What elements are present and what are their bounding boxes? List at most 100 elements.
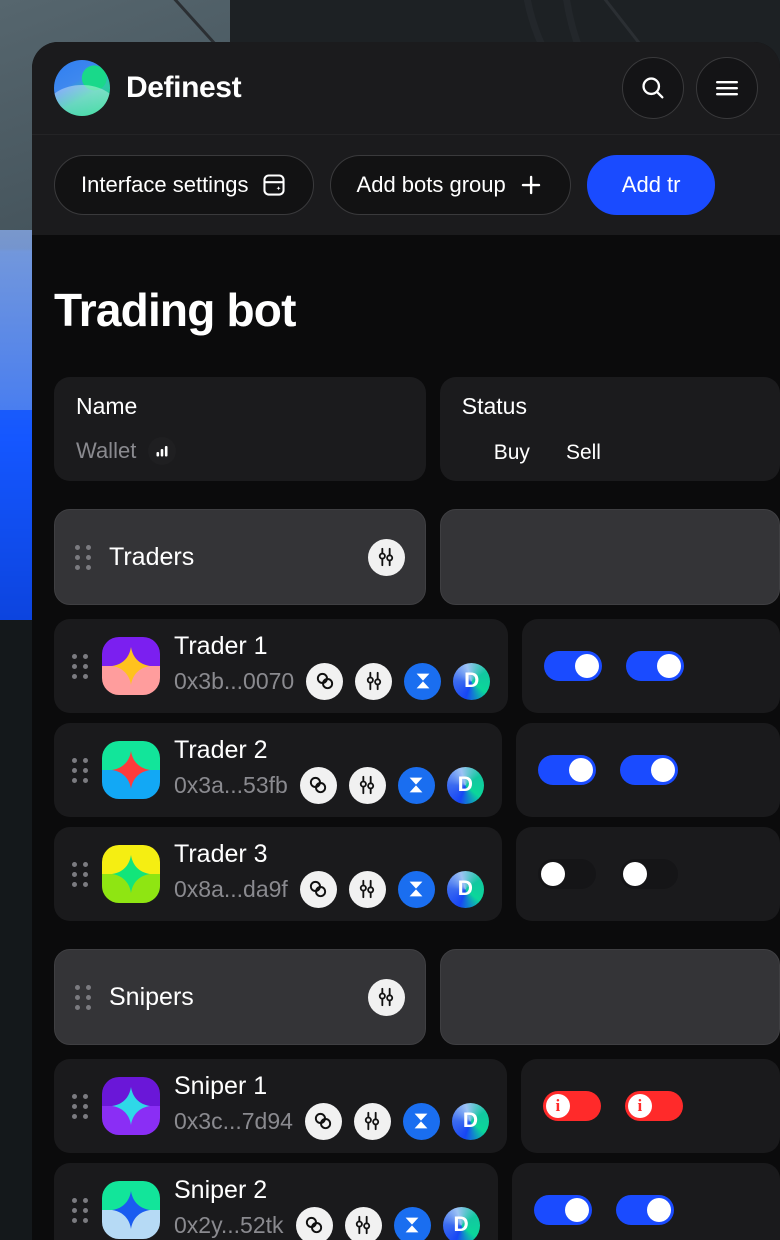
bot-name-cell[interactable]: Sniper 1 0x3c...7d94 D — [54, 1059, 507, 1153]
bot-address-line: 0x3a...53fb D — [174, 766, 484, 804]
bar-chart-icon[interactable] — [148, 437, 177, 465]
plus-icon — [521, 175, 540, 195]
status-subcolumn-sell: Sell — [565, 441, 601, 464]
bot-name: Trader 2 — [174, 736, 268, 765]
toggle-sell[interactable] — [615, 1195, 674, 1225]
drag-handle-icon[interactable] — [72, 1197, 88, 1223]
avatar — [102, 1077, 160, 1135]
error-info-icon: i — [545, 1094, 570, 1118]
chain-link-chip[interactable] — [299, 870, 337, 908]
definest-chip[interactable]: D — [442, 1206, 480, 1240]
toggle-buy[interactable] — [537, 859, 596, 889]
bot-name: Sniper 1 — [174, 1072, 268, 1101]
bot-wallet-address[interactable]: 0x2y...52tk — [174, 1212, 284, 1239]
drag-handle-icon[interactable] — [75, 984, 91, 1010]
definest-chip[interactable]: D — [446, 766, 484, 804]
definest-chip[interactable]: D — [453, 662, 491, 700]
bot-status-cell — [522, 619, 780, 713]
toggle-buy[interactable]: i — [542, 1091, 601, 1121]
app-window: Definest Interface settings Add bots gro… — [32, 42, 780, 1240]
group-label-wrap: Snipers — [75, 983, 194, 1012]
drag-handle-icon[interactable] — [72, 757, 88, 783]
toggle-knob — [564, 1198, 589, 1222]
bot-wallet-address[interactable]: 0x8a...da9f — [174, 876, 288, 903]
bot-wallet-address[interactable]: 0x3b...0070 — [174, 668, 294, 695]
table-row: Sniper 2 0x2y...52tk D — [54, 1163, 780, 1240]
hamburger-menu-icon — [716, 81, 738, 96]
toggle-sell[interactable] — [619, 755, 678, 785]
chain-link-chip[interactable] — [304, 1102, 342, 1140]
toggle-buy[interactable] — [533, 1195, 592, 1225]
group-header-traders[interactable]: Traders — [54, 509, 426, 605]
bot-group: Snipers Sniper 1 0x3c...7d94 Di i Sniper 2 0x2… — [54, 949, 780, 1240]
hourglass-chip[interactable] — [393, 1206, 431, 1240]
column-header-name: Name Wallet — [54, 377, 426, 481]
bot-group: Traders Trader 1 0x3b...0070 D Trader 2 0x3a.… — [54, 509, 780, 921]
bot-status-cell — [511, 1163, 780, 1240]
status-subcolumn-buy: Buy — [493, 441, 530, 464]
sliders-chip[interactable] — [348, 870, 386, 908]
bot-wallet-address[interactable]: 0x3a...53fb — [174, 772, 288, 799]
hourglass-icon — [409, 882, 423, 897]
chain-link-chip[interactable] — [306, 662, 344, 700]
toggle-sell[interactable]: i — [624, 1091, 683, 1121]
group-settings-button[interactable] — [367, 538, 405, 576]
sliders-chip[interactable] — [348, 766, 386, 804]
menu-button[interactable] — [696, 57, 758, 119]
table-row: Trader 2 0x3a...53fb D — [54, 723, 780, 817]
sliders-icon — [379, 547, 394, 567]
toggle-sell[interactable] — [619, 859, 678, 889]
group-header-row: Traders — [54, 509, 780, 605]
definest-chip[interactable]: D — [446, 870, 484, 908]
bot-name-cell[interactable]: Trader 1 0x3b...0070 D — [54, 619, 509, 713]
toggle-buy[interactable] — [537, 755, 596, 785]
table-row: Trader 1 0x3b...0070 D — [54, 619, 780, 713]
sliders-icon — [360, 880, 375, 899]
toggle-sell[interactable] — [626, 651, 685, 681]
add-trader-label: Add tr — [621, 172, 681, 197]
window-card-icon — [262, 174, 285, 196]
chain-link-icon — [315, 1113, 332, 1130]
sliders-chip[interactable] — [355, 662, 393, 700]
hourglass-chip[interactable] — [397, 870, 435, 908]
chain-link-chip[interactable] — [295, 1206, 333, 1240]
column-title-status: Status — [461, 393, 527, 419]
add-trader-button[interactable]: Add tr — [586, 155, 716, 215]
definest-chip[interactable]: D — [451, 1102, 489, 1140]
bot-name: Trader 1 — [174, 632, 268, 661]
brand-name: Definest — [126, 71, 242, 104]
bot-name-cell[interactable]: Trader 2 0x3a...53fb D — [54, 723, 502, 817]
search-button[interactable] — [622, 57, 684, 119]
interface-settings-button[interactable]: Interface settings — [54, 155, 314, 215]
bot-name-cell[interactable]: Sniper 2 0x2y...52tk D — [54, 1163, 498, 1240]
avatar-star-icon — [112, 1191, 150, 1229]
sliders-chip[interactable] — [344, 1206, 382, 1240]
sliders-icon — [355, 1216, 371, 1235]
column-sub-wallet: Wallet — [76, 437, 404, 465]
add-bots-group-button[interactable]: Add bots group — [329, 155, 571, 215]
group-label: Snipers — [109, 982, 194, 1011]
sliders-chip[interactable] — [353, 1102, 391, 1140]
hourglass-chip[interactable] — [404, 662, 442, 700]
bot-name-cell[interactable]: Trader 3 0x8a...da9f D — [54, 827, 502, 921]
bot-meta: Sniper 1 0x3c...7d94 D — [174, 1072, 489, 1140]
bot-name: Trader 3 — [174, 840, 268, 869]
brand[interactable]: Definest — [54, 60, 622, 116]
drag-handle-icon[interactable] — [75, 544, 91, 570]
status-subcolumns: Buy Sell — [462, 441, 758, 465]
drag-handle-icon[interactable] — [72, 861, 88, 887]
chain-link-chip[interactable] — [299, 766, 337, 804]
group-settings-button[interactable] — [367, 978, 405, 1016]
bot-wallet-address[interactable]: 0x3c...7d94 — [174, 1108, 293, 1135]
chain-link-icon — [310, 777, 327, 794]
bot-meta: Trader 2 0x3a...53fb D — [174, 736, 484, 804]
column-sub-label-wallet: Wallet — [76, 438, 137, 463]
group-header-snipers[interactable]: Snipers — [54, 949, 426, 1045]
toggle-buy[interactable] — [544, 651, 603, 681]
hourglass-chip[interactable] — [402, 1102, 440, 1140]
bot-status-cell: ii — [520, 1059, 780, 1153]
hourglass-chip[interactable] — [397, 766, 435, 804]
avatar-star-icon — [112, 855, 150, 893]
drag-handle-icon[interactable] — [72, 653, 88, 679]
drag-handle-icon[interactable] — [72, 1093, 88, 1119]
